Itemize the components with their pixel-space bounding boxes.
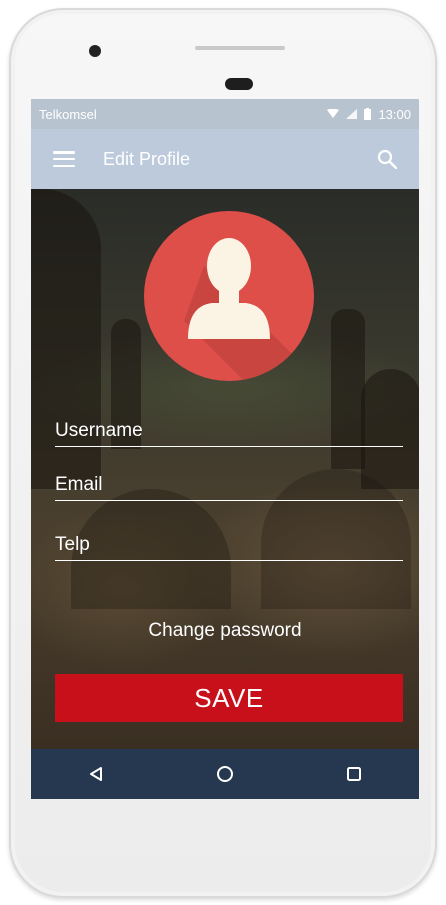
earpiece xyxy=(225,78,253,90)
app-screen: Telkomsel 13:00 Edit Profile Username Em… xyxy=(31,99,419,799)
save-button[interactable]: SAVE xyxy=(55,674,403,722)
app-bar: Edit Profile xyxy=(31,129,419,189)
clock-label: 13:00 xyxy=(378,106,411,122)
page-title: Edit Profile xyxy=(103,148,191,169)
username-field[interactable]: Username xyxy=(55,409,403,447)
wifi-icon xyxy=(327,109,340,118)
speaker-grille xyxy=(195,46,285,50)
user-silhouette-icon xyxy=(184,238,314,381)
status-bar: Telkomsel 13:00 xyxy=(31,99,419,129)
email-field[interactable]: Email xyxy=(55,463,403,501)
android-nav-bar xyxy=(31,749,419,799)
telp-field[interactable]: Telp xyxy=(55,523,403,561)
battery-icon xyxy=(364,108,372,120)
recents-square-icon xyxy=(347,767,362,781)
email-label: Email xyxy=(55,474,103,495)
hamburger-menu-icon[interactable] xyxy=(53,151,75,167)
carrier-label: Telkomsel xyxy=(39,106,97,122)
back-triangle-icon xyxy=(89,767,102,781)
home-circle-icon xyxy=(216,766,233,782)
username-label: Username xyxy=(55,420,143,441)
back-button[interactable] xyxy=(76,754,116,794)
search-icon[interactable] xyxy=(377,149,397,169)
telp-label: Telp xyxy=(55,534,90,555)
profile-avatar[interactable] xyxy=(144,211,314,381)
home-button[interactable] xyxy=(205,754,245,794)
change-password-link[interactable]: Change password xyxy=(31,620,419,642)
signal-icon xyxy=(346,109,358,119)
recents-button[interactable] xyxy=(334,754,374,794)
front-camera xyxy=(89,45,101,57)
